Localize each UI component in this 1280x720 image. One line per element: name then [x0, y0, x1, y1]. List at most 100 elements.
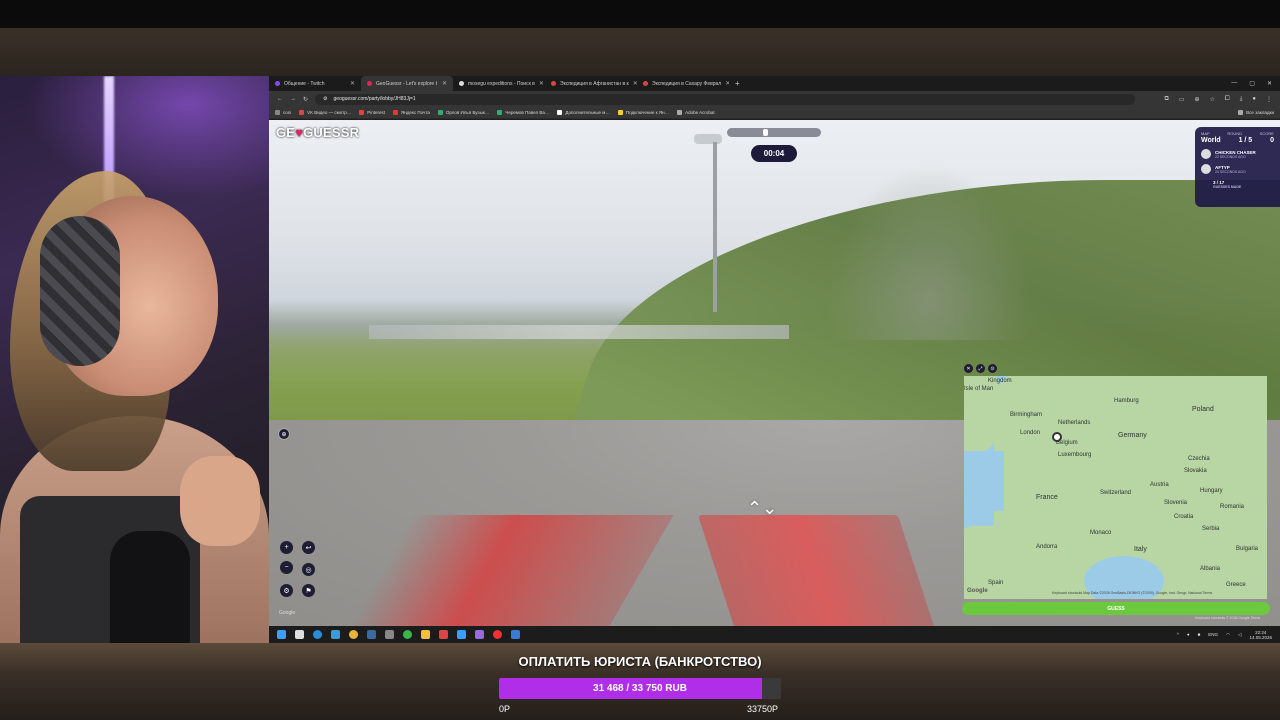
- scoreboard: MAP ROUND SCORE World 1 / 5 0 CHICKEN CH…: [1195, 127, 1280, 207]
- pin-map-icon[interactable]: ⊙: [988, 364, 997, 373]
- bookmark-item[interactable]: Дополнительные м…: [557, 110, 610, 115]
- flag-icon[interactable]: ⚑: [302, 584, 315, 597]
- streamer-hand: [180, 456, 260, 546]
- steam-icon[interactable]: [367, 630, 376, 639]
- guess-minimap[interactable]: Kingdom Isle of Man Birmingham London Ne…: [964, 376, 1267, 599]
- settings-gear-icon[interactable]: ⚙: [280, 584, 293, 597]
- bookmark-item[interactable]: Орлов Илья Бузык…: [437, 110, 489, 115]
- guess-button[interactable]: GUESS: [962, 602, 1270, 615]
- explorer-icon[interactable]: [421, 630, 430, 639]
- tab-geoguessr[interactable]: GeoGuessr - Let's explore t ✕: [361, 76, 453, 91]
- site-info-icon[interactable]: ⚙: [323, 96, 327, 102]
- close-tab-icon[interactable]: ✕: [350, 80, 355, 87]
- zoom-in-button[interactable]: +: [280, 541, 293, 554]
- zoom-out-button[interactable]: −: [280, 561, 293, 574]
- menu-icon[interactable]: ⋮: [1266, 96, 1272, 103]
- tab-sahara[interactable]: Экспедиция в Сахару Феврал ✕: [637, 76, 729, 91]
- map-pin-icon: ♥: [295, 125, 304, 140]
- guesses-made: 3 / 17 GUESSES MADE: [1213, 180, 1242, 189]
- map-header: MAP: [1201, 131, 1210, 136]
- geoguessr-logo[interactable]: GE♥GUESSR: [276, 125, 359, 140]
- extensions-icon[interactable]: ⧠: [1225, 96, 1230, 103]
- avatar: [1201, 164, 1211, 174]
- street-lamp-head: [694, 134, 722, 144]
- cast-icon[interactable]: ▭: [1179, 96, 1185, 103]
- zoom-icon[interactable]: ⊕: [1194, 96, 1199, 103]
- tab-search[interactable]: mosegu expeditions - Поиск в ✕: [453, 76, 545, 91]
- chevron-up-icon[interactable]: ^: [1177, 632, 1179, 637]
- folder-icon: [1238, 110, 1244, 115]
- minimize-button[interactable]: —: [1231, 80, 1237, 87]
- downloads-icon[interactable]: ⤓: [1240, 96, 1243, 103]
- reload-icon[interactable]: ↻: [303, 96, 308, 103]
- minimap-controls: ✕ ⤢ ⊙: [964, 364, 997, 373]
- profile-icon[interactable]: ●: [1252, 96, 1256, 103]
- all-bookmarks[interactable]: Все закладки: [1238, 110, 1274, 115]
- back-icon[interactable]: ←: [277, 96, 283, 102]
- donation-goal-min: 0Р: [499, 704, 511, 714]
- guess-marker-icon[interactable]: [1052, 432, 1062, 442]
- bookmarks-bar: cosi VK Видео — смотр… Pinterest Яндекс …: [269, 107, 1280, 119]
- discord-icon[interactable]: [475, 630, 484, 639]
- edge-icon[interactable]: [313, 630, 322, 639]
- compass-icon[interactable]: ⊕: [278, 428, 290, 440]
- avatar: [1201, 149, 1211, 159]
- bookmark-item[interactable]: Pinterest: [359, 110, 385, 115]
- bookmark-star-icon[interactable]: ☆: [1210, 96, 1215, 103]
- spotify-icon[interactable]: [403, 630, 412, 639]
- tab-twitch[interactable]: Общение - Twitch ✕: [269, 76, 361, 91]
- close-window-button[interactable]: ✕: [1267, 80, 1272, 87]
- app-icon[interactable]: [439, 630, 448, 639]
- navigation-arrow-icon[interactable]: ⌃⌄: [747, 498, 777, 519]
- round-value: 1 / 5: [1238, 137, 1253, 144]
- undo-icon[interactable]: ↩: [302, 541, 315, 554]
- app-tray-icon[interactable]: ■: [1198, 632, 1201, 637]
- translate-icon[interactable]: ⧉: [1165, 96, 1169, 103]
- language-indicator[interactable]: ENG: [1208, 632, 1218, 637]
- slider-knob[interactable]: [763, 129, 768, 136]
- bookmark-favicon-icon: [497, 110, 503, 115]
- bookmark-favicon-icon: [299, 110, 305, 115]
- bookmark-item[interactable]: Подключение к Ян…: [617, 110, 669, 115]
- task-view-icon[interactable]: [295, 630, 304, 639]
- yandex-icon[interactable]: [493, 630, 502, 639]
- telegram-icon[interactable]: [457, 630, 466, 639]
- bookmark-item[interactable]: cosi: [275, 110, 291, 115]
- bookmark-item[interactable]: VK Видео — смотр…: [299, 110, 351, 115]
- forward-icon[interactable]: →: [290, 96, 296, 102]
- bookmark-favicon-icon: [617, 110, 623, 115]
- system-clock[interactable]: 22:24 14.05.2026: [1249, 630, 1272, 640]
- tab-afghanistan[interactable]: Экспедиция в Афганистан в к ✕: [545, 76, 637, 91]
- emote-slider[interactable]: [727, 128, 821, 137]
- volume-icon[interactable]: ◁: [1238, 632, 1241, 638]
- street-lamp: [713, 142, 717, 312]
- url-field[interactable]: ⚙ geoguessr.com/party/lobby/JH83Jj=1: [315, 93, 1136, 105]
- app-icon[interactable]: [385, 630, 394, 639]
- windows-start-icon[interactable]: [277, 630, 286, 639]
- microphone: [110, 531, 190, 643]
- bookmark-item[interactable]: Черемов Павел Ва…: [497, 110, 549, 115]
- bookmark-item[interactable]: Яндекс Почта: [393, 110, 430, 115]
- window-controls: — ▢ ✕: [1231, 80, 1280, 87]
- donation-goal-title: ОПЛАТИТЬ ЮРИСТА (БАНКРОТСТВО): [518, 654, 762, 669]
- twitch-favicon-icon: [275, 81, 280, 86]
- bookmark-item[interactable]: Adobe Acrobat: [677, 110, 715, 115]
- chrome-icon[interactable]: [349, 630, 358, 639]
- round-timer: 00:04: [751, 145, 797, 162]
- app-icon[interactable]: [511, 630, 520, 639]
- trees: [809, 140, 1049, 340]
- close-tab-icon[interactable]: ✕: [539, 80, 544, 87]
- browser-window: Общение - Twitch ✕ GeoGuessr - Let's expl…: [269, 76, 1280, 643]
- new-tab-button[interactable]: +: [729, 79, 746, 88]
- maximize-button[interactable]: ▢: [1249, 80, 1255, 87]
- security-icon[interactable]: ●: [1187, 632, 1190, 637]
- checkpoint-icon[interactable]: ◎: [302, 563, 315, 576]
- close-map-icon[interactable]: ✕: [964, 364, 973, 373]
- store-icon[interactable]: [331, 630, 340, 639]
- map-attribution: Keyboard shortcuts © 2026 Google Terms: [1195, 616, 1261, 620]
- close-tab-icon[interactable]: ✕: [442, 80, 447, 87]
- score-header: SCORE: [1259, 131, 1274, 136]
- street-view-panorama[interactable]: GE♥GUESSR 00:04 MAP ROUND SCORE World 1 …: [269, 120, 1280, 626]
- expand-map-icon[interactable]: ⤢: [976, 364, 985, 373]
- wifi-icon[interactable]: ◠: [1226, 632, 1230, 638]
